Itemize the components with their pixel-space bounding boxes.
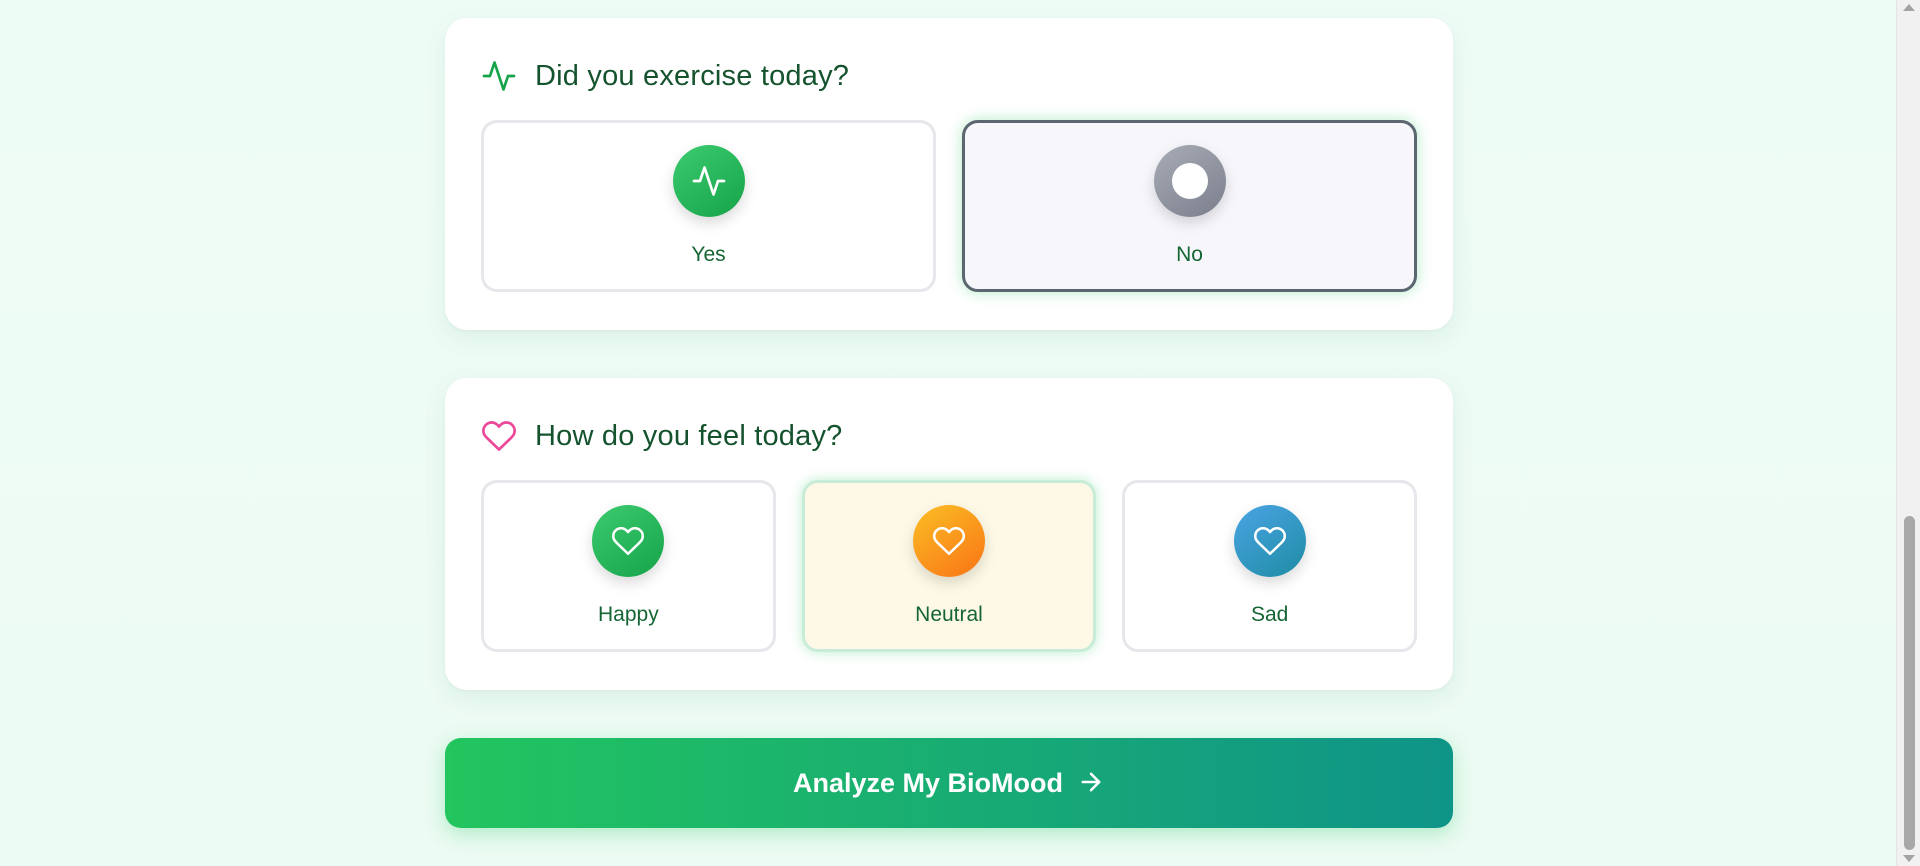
mood-happy-badge — [592, 505, 665, 577]
activity-icon — [481, 58, 517, 94]
mood-sad-option[interactable]: Sad — [1122, 480, 1418, 652]
heart-icon — [481, 418, 517, 454]
circle-icon — [1171, 163, 1208, 199]
heart-icon — [612, 526, 645, 556]
page-scrollbar[interactable] — [1896, 0, 1920, 866]
exercise-no-badge — [1153, 145, 1226, 217]
exercise-yes-option[interactable]: Yes — [481, 120, 936, 292]
exercise-yes-label: Yes — [691, 243, 726, 266]
analyze-button-label: Analyze My BioMood — [792, 767, 1063, 798]
heart-icon — [1253, 526, 1286, 556]
scrollbar-thumb[interactable] — [1904, 516, 1915, 850]
mood-sad-badge — [1233, 505, 1306, 577]
mood-neutral-label: Neutral — [915, 603, 983, 626]
exercise-no-label: No — [1176, 243, 1203, 266]
exercise-options: Yes No — [481, 120, 1417, 292]
exercise-title: Did you exercise today? — [535, 59, 850, 92]
exercise-yes-badge — [672, 145, 745, 217]
scroll-down-arrow-icon[interactable] — [1903, 855, 1915, 862]
mood-happy-option[interactable]: Happy — [481, 480, 776, 652]
scroll-up-arrow-icon[interactable] — [1903, 4, 1915, 11]
mood-neutral-badge — [913, 505, 985, 577]
mood-header: How do you feel today? — [481, 418, 842, 454]
activity-icon — [692, 166, 725, 196]
heart-icon — [932, 526, 966, 556]
exercise-header: Did you exercise today? — [481, 58, 849, 94]
page: Did you exercise today? Yes No How do yo… — [0, 0, 1896, 866]
mood-sad-label: Sad — [1250, 603, 1289, 626]
mood-card: How do you feel today? Happy Neutral Sad — [445, 378, 1453, 690]
mood-options: Happy Neutral Sad — [481, 480, 1418, 652]
mood-happy-label: Happy — [597, 603, 659, 626]
exercise-no-option[interactable]: No — [962, 120, 1417, 292]
mood-title: How do you feel today? — [535, 419, 843, 452]
arrow-right-icon — [1077, 768, 1105, 799]
analyze-button[interactable]: Analyze My BioMood — [445, 738, 1453, 828]
exercise-card: Did you exercise today? Yes No — [445, 18, 1453, 330]
mood-neutral-option[interactable]: Neutral — [801, 480, 1097, 652]
